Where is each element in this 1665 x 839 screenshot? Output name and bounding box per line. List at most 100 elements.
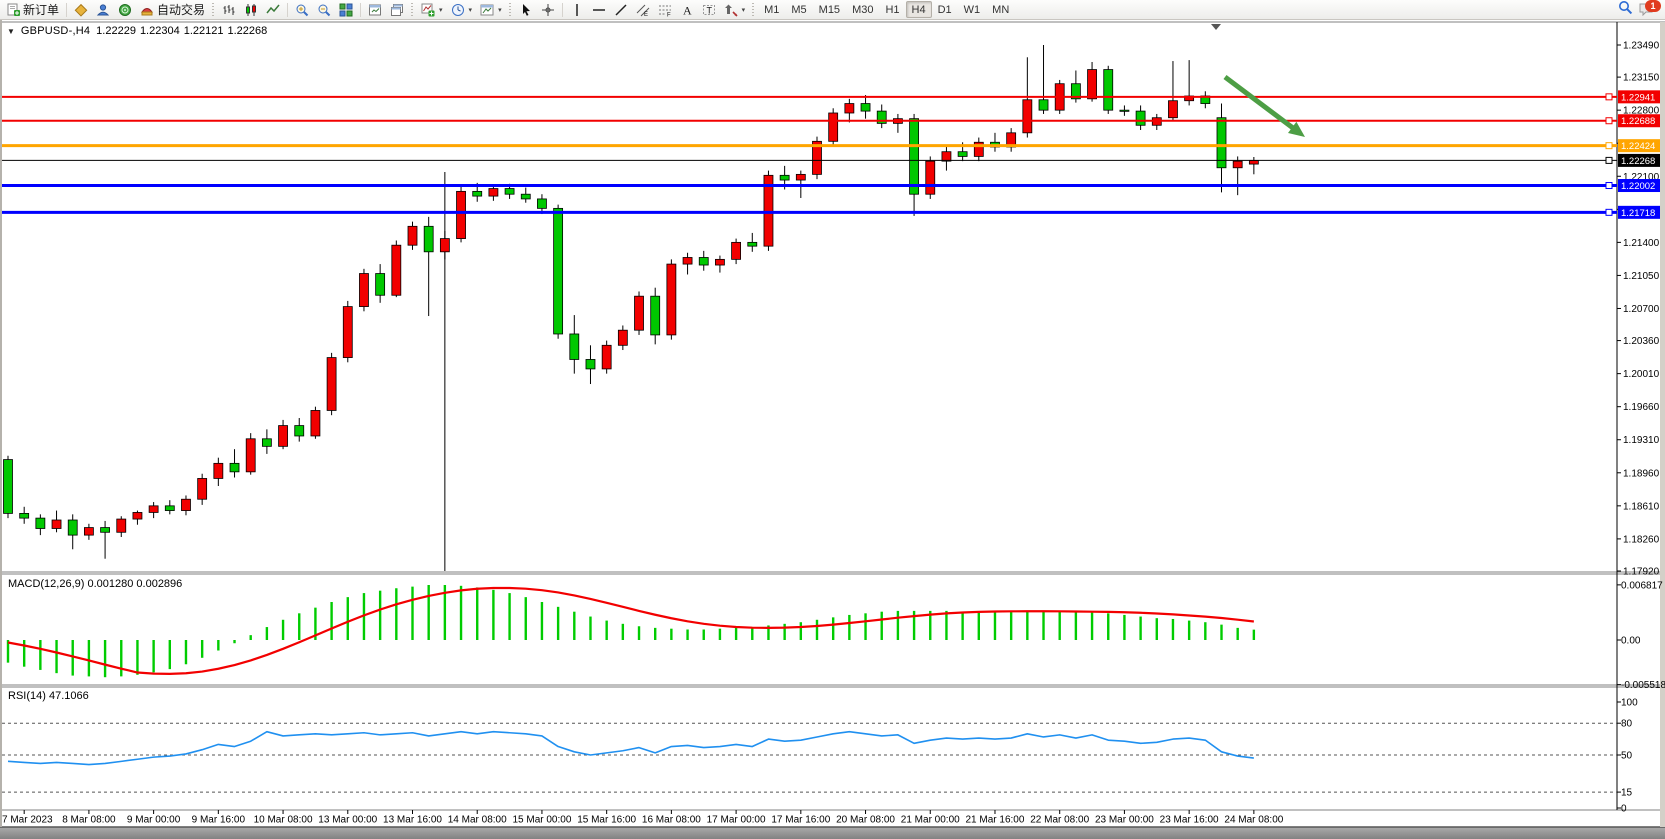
timeframe-m30-button[interactable]: M30 <box>846 1 879 18</box>
channel-button[interactable]: E <box>632 0 654 19</box>
candle[interactable] <box>780 175 789 180</box>
timeframe-w1-button[interactable]: W1 <box>958 1 987 18</box>
candle[interactable] <box>149 506 158 513</box>
candle[interactable] <box>505 189 514 195</box>
candle[interactable] <box>343 307 352 358</box>
market-watch-button[interactable] <box>70 0 92 19</box>
timeframe-d1-button[interactable]: D1 <box>932 1 958 18</box>
candle[interactable] <box>327 358 336 411</box>
candle[interactable] <box>246 439 255 472</box>
cursor-button[interactable] <box>515 0 537 19</box>
candle[interactable] <box>1120 110 1129 111</box>
candle[interactable] <box>489 189 498 197</box>
cascade-windows-button[interactable] <box>386 0 408 19</box>
candle[interactable] <box>1233 161 1242 168</box>
candle[interactable] <box>845 104 854 113</box>
candle[interactable] <box>732 242 741 259</box>
autotrading-button[interactable]: 自动交易 <box>136 0 209 19</box>
fibonacci-button[interactable]: F <box>654 0 676 19</box>
arrows-button[interactable]: ▾ <box>720 0 750 19</box>
candle[interactable] <box>602 345 611 369</box>
periods-button[interactable]: ▾ <box>447 0 477 19</box>
notifications-button[interactable]: 1 <box>1639 2 1659 18</box>
timeframe-m5-button[interactable]: M5 <box>785 1 812 18</box>
candle[interactable] <box>457 191 466 238</box>
candle[interactable] <box>117 519 126 532</box>
candle[interactable] <box>796 174 805 180</box>
candle[interactable] <box>1168 101 1177 118</box>
text-button[interactable]: A <box>676 0 698 19</box>
candle[interactable] <box>699 257 708 265</box>
indicators-button[interactable]: ▾ <box>417 0 447 19</box>
candle[interactable] <box>4 460 13 514</box>
candle[interactable] <box>1039 100 1048 110</box>
tile-windows-button[interactable] <box>335 0 357 19</box>
candle[interactable] <box>1249 160 1258 164</box>
candle[interactable] <box>570 334 579 359</box>
chart-candles-button[interactable] <box>240 0 262 19</box>
candle[interactable] <box>958 152 967 157</box>
candle[interactable] <box>101 528 110 533</box>
label-button[interactable]: T <box>698 0 720 19</box>
candle[interactable] <box>1104 70 1113 111</box>
candle[interactable] <box>1088 70 1097 99</box>
candle[interactable] <box>214 463 223 478</box>
candle[interactable] <box>262 439 271 447</box>
candle[interactable] <box>392 245 401 295</box>
templates-button[interactable]: ▾ <box>476 0 506 19</box>
candle[interactable] <box>311 410 320 435</box>
search-icon[interactable] <box>1618 0 1633 20</box>
crosshair-button[interactable] <box>537 0 559 19</box>
candle[interactable] <box>68 520 77 535</box>
timeframe-h4-button[interactable]: H4 <box>906 1 932 18</box>
timeframe-mn-button[interactable]: MN <box>986 1 1015 18</box>
candle[interactable] <box>683 257 692 264</box>
data-window-button[interactable] <box>92 0 114 19</box>
candle[interactable] <box>748 242 757 246</box>
candle[interactable] <box>1023 100 1032 133</box>
candle[interactable] <box>554 208 563 334</box>
candle[interactable] <box>230 463 239 471</box>
candle[interactable] <box>165 506 174 511</box>
candle[interactable] <box>651 296 660 335</box>
candle[interactable] <box>181 499 190 510</box>
candle[interactable] <box>133 512 142 519</box>
candle[interactable] <box>376 274 385 296</box>
candle[interactable] <box>861 104 870 112</box>
candle[interactable] <box>20 513 29 518</box>
trendline-button[interactable] <box>610 0 632 19</box>
candle[interactable] <box>440 239 449 252</box>
candle[interactable] <box>586 359 595 368</box>
timeframe-m15-button[interactable]: M15 <box>813 1 846 18</box>
new-order-button[interactable]: 新订单 <box>2 0 63 19</box>
zoom-in-button[interactable] <box>291 0 313 19</box>
chart-window[interactable]: 1.234901.231501.228001.224501.221001.217… <box>0 19 1665 827</box>
chart-canvas[interactable]: 1.234901.231501.228001.224501.221001.217… <box>0 19 1665 827</box>
candle[interactable] <box>1136 111 1145 125</box>
candle[interactable] <box>52 520 61 528</box>
timeframe-h1-button[interactable]: H1 <box>879 1 905 18</box>
candle[interactable] <box>635 296 644 330</box>
vertical-line-button[interactable] <box>566 0 588 19</box>
candle[interactable] <box>715 259 724 265</box>
candle[interactable] <box>424 226 433 251</box>
candle[interactable] <box>910 119 919 195</box>
candle[interactable] <box>279 426 288 447</box>
candle[interactable] <box>36 518 45 528</box>
candle[interactable] <box>618 330 627 345</box>
candle[interactable] <box>926 161 935 194</box>
candle[interactable] <box>408 226 417 245</box>
navigator-button[interactable] <box>114 0 136 19</box>
candle[interactable] <box>473 191 482 196</box>
arrange-windows-button[interactable] <box>364 0 386 19</box>
chart-line-button[interactable] <box>262 0 284 19</box>
candle[interactable] <box>359 274 368 307</box>
candle[interactable] <box>942 152 951 161</box>
timeframe-m1-button[interactable]: M1 <box>758 1 785 18</box>
zoom-out-button[interactable] <box>313 0 335 19</box>
candle[interactable] <box>537 199 546 208</box>
candle[interactable] <box>521 194 530 199</box>
candle[interactable] <box>829 113 838 141</box>
candle[interactable] <box>295 426 304 436</box>
candle[interactable] <box>84 528 93 536</box>
